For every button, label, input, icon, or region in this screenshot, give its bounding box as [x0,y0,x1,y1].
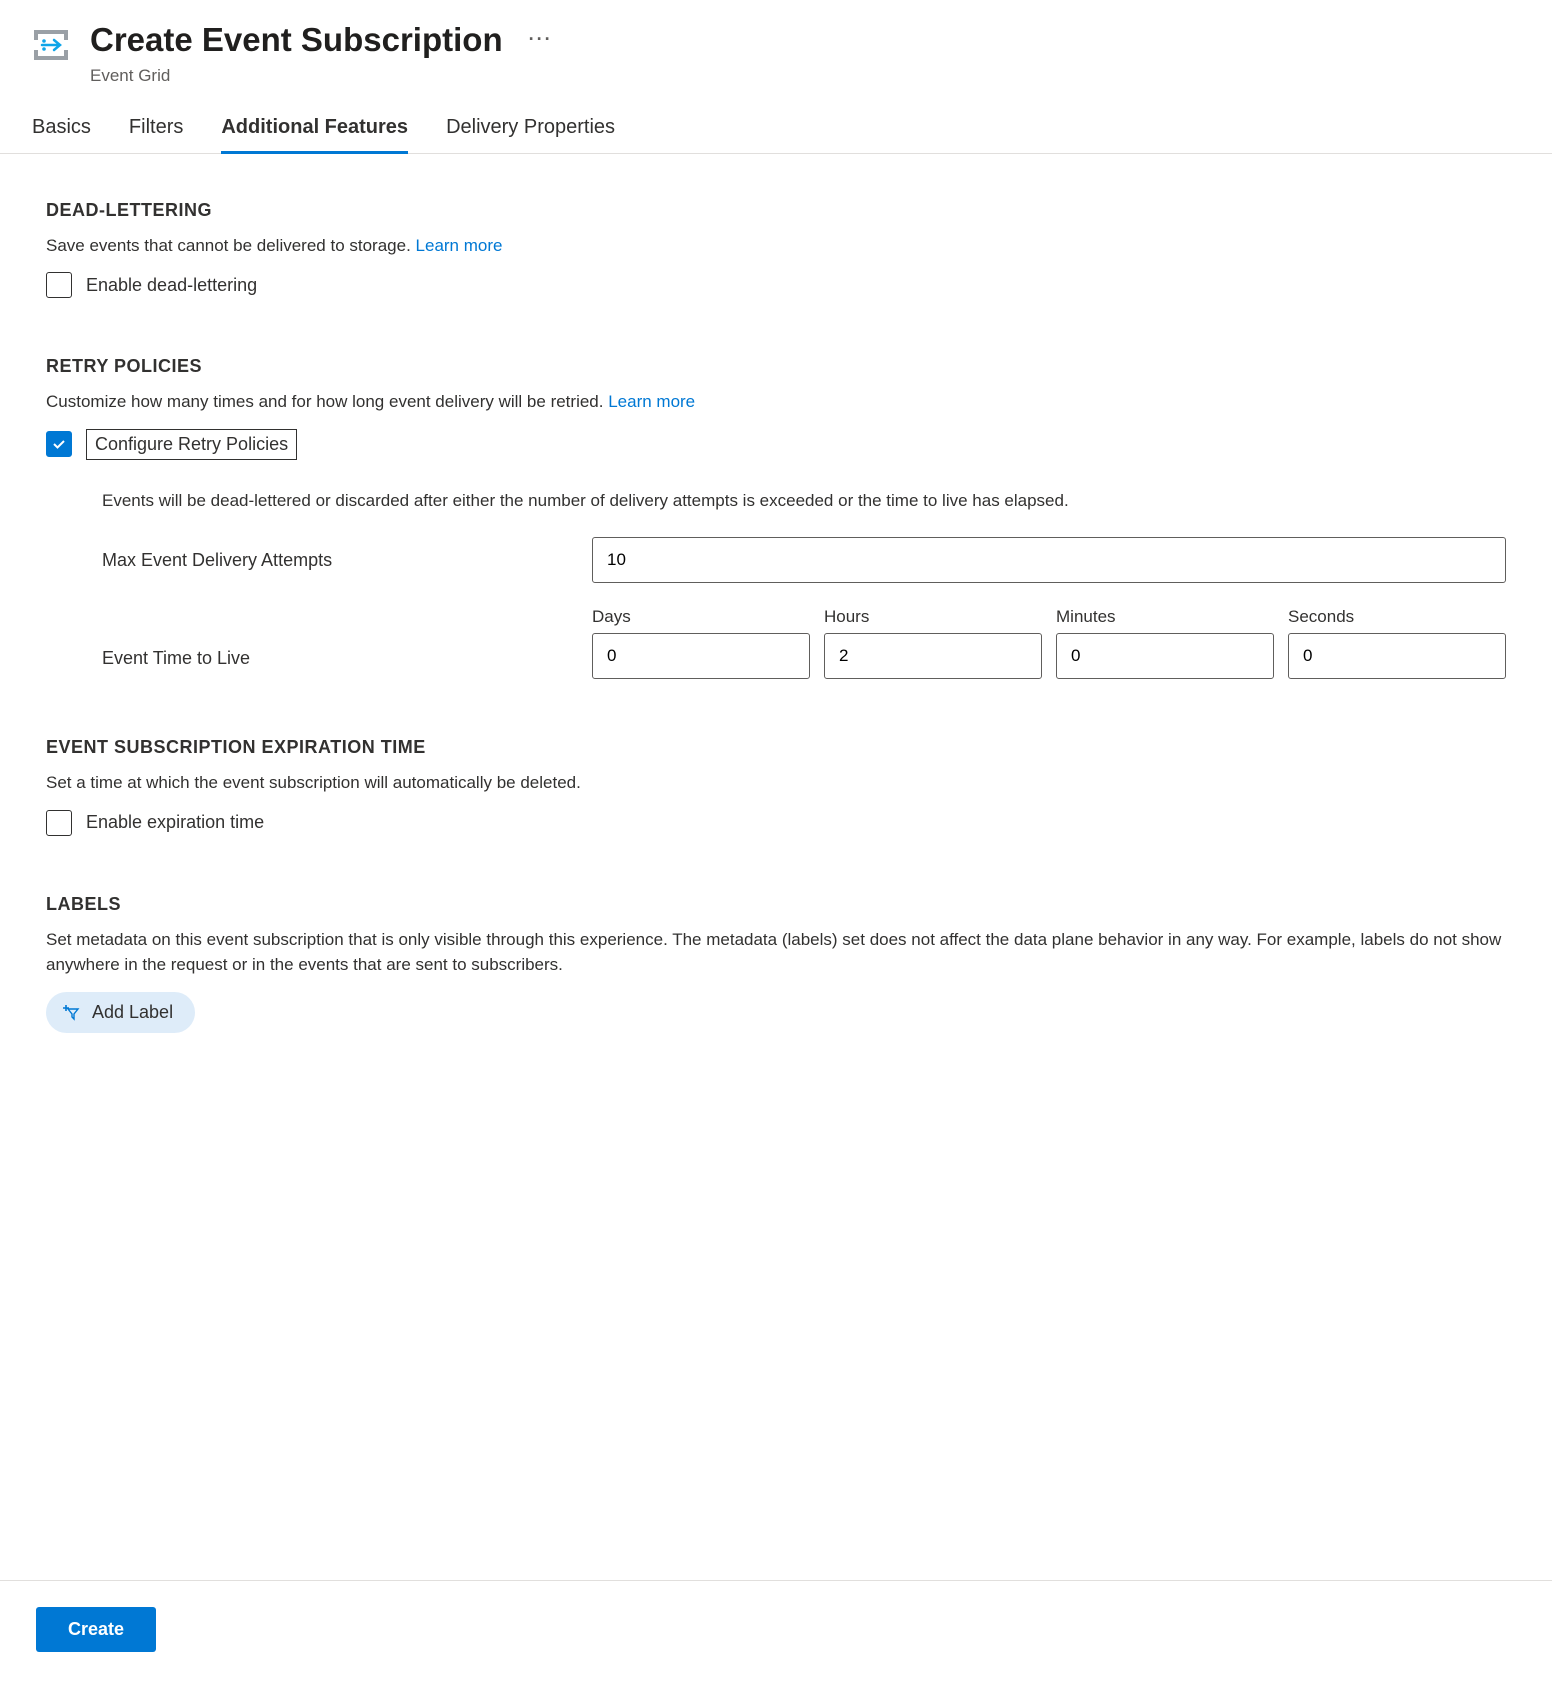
add-label-button[interactable]: Add Label [46,992,195,1033]
retry-policies-desc-text: Customize how many times and for how lon… [46,392,608,411]
footer-bar: Create [0,1580,1552,1690]
max-attempts-label: Max Event Delivery Attempts [102,550,592,571]
section-retry-policies: RETRY POLICIES Customize how many times … [46,356,1506,679]
expiration-title: EVENT SUBSCRIPTION EXPIRATION TIME [46,737,1506,758]
page-title: Create Event Subscription [90,20,503,60]
ttl-minutes-input[interactable] [1056,633,1274,679]
tab-delivery-properties[interactable]: Delivery Properties [446,116,615,153]
dead-lettering-title: DEAD-LETTERING [46,200,1506,221]
create-button[interactable]: Create [36,1607,156,1652]
dead-lettering-desc: Save events that cannot be delivered to … [46,233,1506,259]
retry-policies-desc: Customize how many times and for how lon… [46,389,1506,415]
tab-bar: Basics Filters Additional Features Deliv… [0,86,1552,154]
enable-dead-lettering-label: Enable dead-lettering [86,275,257,296]
expiration-desc: Set a time at which the event subscripti… [46,770,1506,796]
retry-policies-title: RETRY POLICIES [46,356,1506,377]
dead-lettering-desc-text: Save events that cannot be delivered to … [46,236,416,255]
dead-lettering-learn-more-link[interactable]: Learn more [416,236,503,255]
tab-additional-features[interactable]: Additional Features [221,116,408,153]
page-header: Create Event Subscription ··· Event Grid [0,0,1552,86]
section-labels: LABELS Set metadata on this event subscr… [46,894,1506,1033]
event-grid-icon [30,24,72,66]
ttl-hours-input[interactable] [824,633,1042,679]
retry-policies-learn-more-link[interactable]: Learn more [608,392,695,411]
retry-policies-info: Events will be dead-lettered or discarde… [102,488,1506,514]
tab-filters[interactable]: Filters [129,116,183,153]
enable-expiration-label: Enable expiration time [86,812,264,833]
ttl-minutes-label: Minutes [1056,607,1274,627]
ttl-seconds-input[interactable] [1288,633,1506,679]
enable-expiration-checkbox[interactable] [46,810,72,836]
tab-basics[interactable]: Basics [32,116,91,153]
section-expiration: EVENT SUBSCRIPTION EXPIRATION TIME Set a… [46,737,1506,836]
add-filter-icon [62,1003,80,1021]
ttl-label: Event Time to Live [102,648,592,679]
more-icon[interactable]: ··· [529,29,553,51]
ttl-hours-label: Hours [824,607,1042,627]
configure-retry-policies-label: Configure Retry Policies [86,429,297,460]
ttl-days-label: Days [592,607,810,627]
page-subtitle: Event Grid [90,66,553,86]
add-label-text: Add Label [92,1002,173,1023]
labels-desc: Set metadata on this event subscription … [46,927,1506,978]
labels-title: LABELS [46,894,1506,915]
max-attempts-input[interactable] [592,537,1506,583]
enable-dead-lettering-checkbox[interactable] [46,272,72,298]
configure-retry-policies-checkbox[interactable] [46,431,72,457]
section-dead-lettering: DEAD-LETTERING Save events that cannot b… [46,200,1506,299]
ttl-seconds-label: Seconds [1288,607,1506,627]
content-area: DEAD-LETTERING Save events that cannot b… [0,154,1552,1580]
ttl-days-input[interactable] [592,633,810,679]
